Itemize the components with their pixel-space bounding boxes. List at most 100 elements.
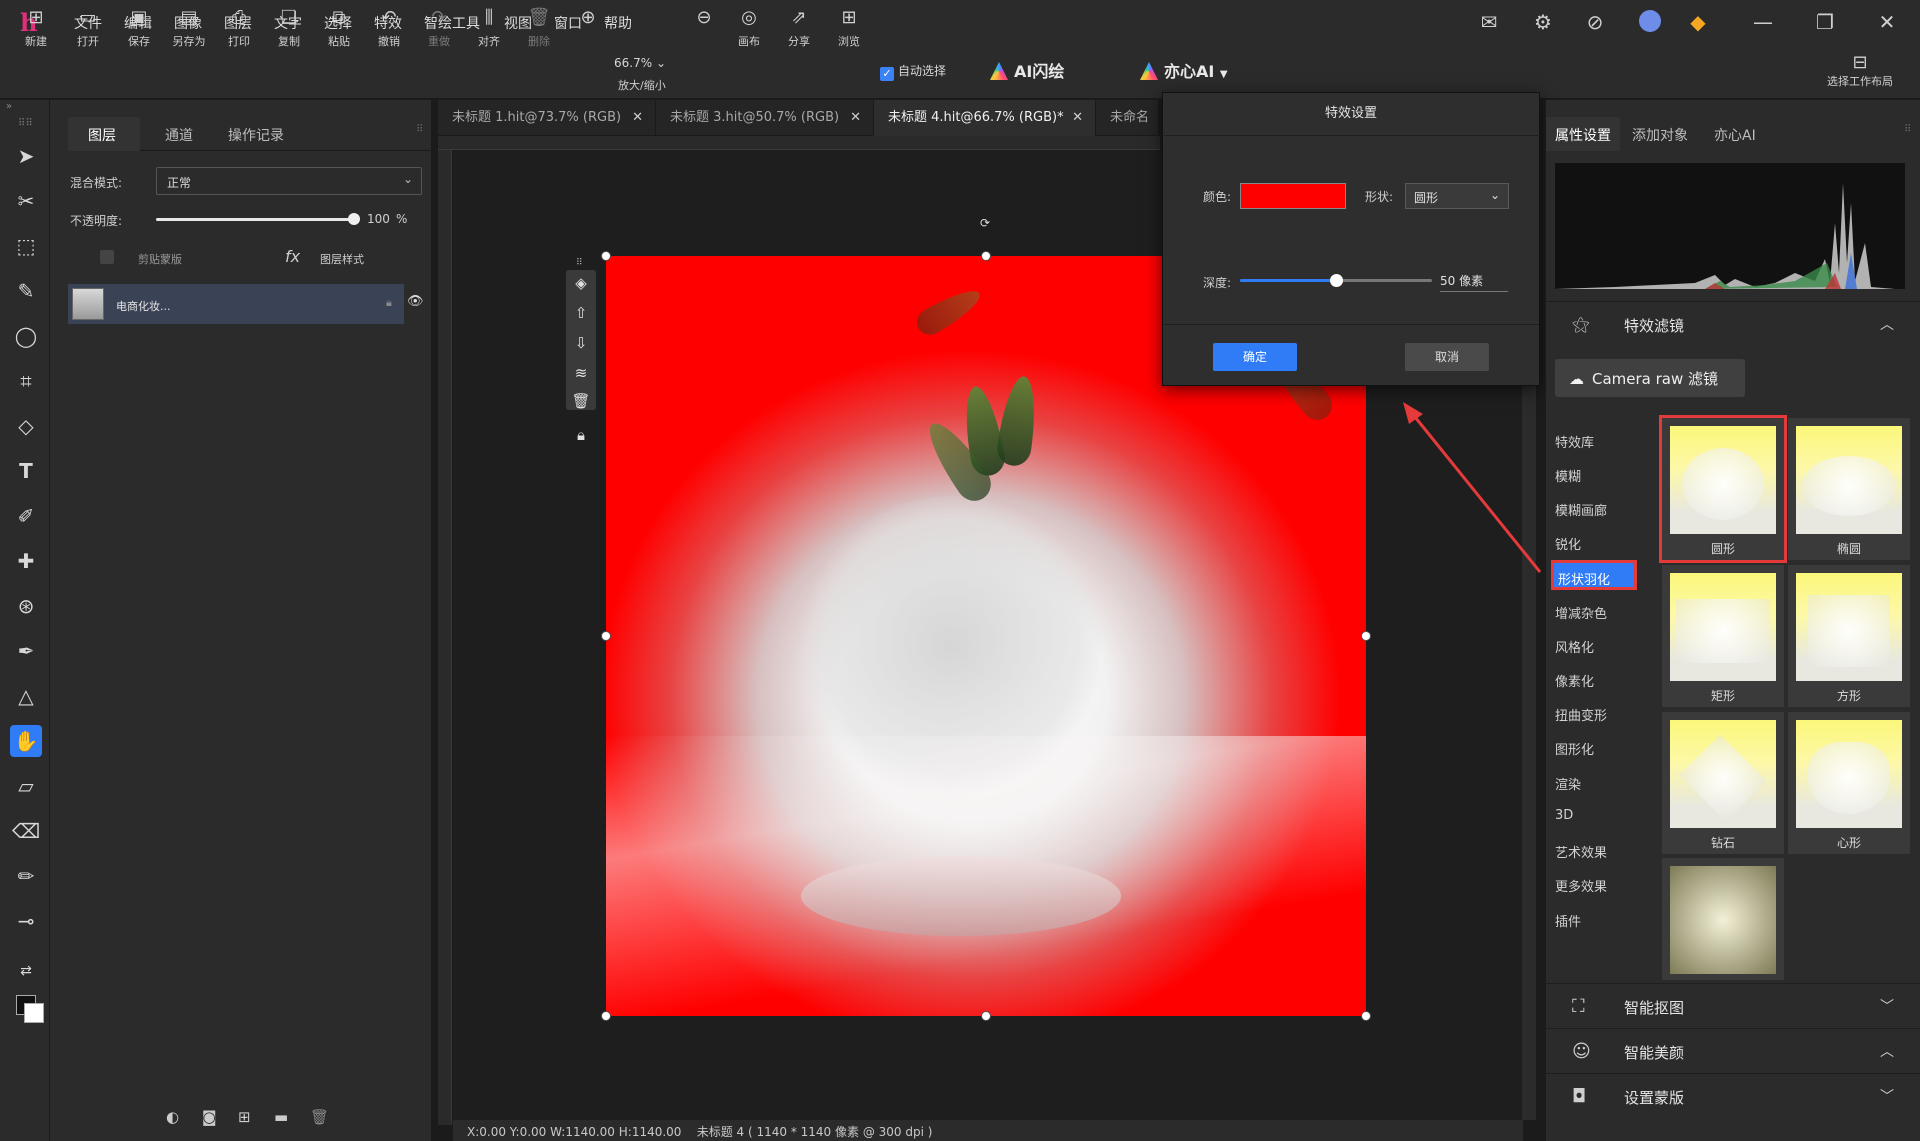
blend-mode-select[interactable]: 正常 ⌄: [156, 167, 422, 195]
mask-icon[interactable]: ◙: [202, 1108, 217, 1126]
doc-tab-3[interactable]: 未标题 3.hit@50.7% (RGB) ✕: [656, 100, 874, 136]
ok-button[interactable]: 确定: [1213, 343, 1297, 371]
resize-handle-bottom[interactable]: [981, 1011, 991, 1021]
filter-category-3d[interactable]: 3D: [1555, 808, 1573, 823]
lock-icon[interactable]: 🔒︎: [386, 296, 392, 310]
save-button[interactable]: ▣ 保存: [115, 6, 163, 49]
canvas-button[interactable]: ◎ 画布: [725, 6, 773, 49]
open-button[interactable]: ▭ 打开: [64, 6, 112, 49]
filter-category-more[interactable]: 更多效果: [1555, 876, 1607, 895]
filter-category-graphic[interactable]: 图形化: [1555, 739, 1594, 758]
delete-icon[interactable]: 🗑: [566, 392, 596, 410]
mail-icon[interactable]: ✉: [1476, 10, 1502, 34]
opacity-slider-track[interactable]: [156, 218, 356, 221]
doc-tab-4[interactable]: 未标题 4.hit@66.7% (RGB)* ✕: [874, 100, 1096, 136]
tab-properties[interactable]: 属性设置: [1555, 125, 1611, 145]
save-as-button[interactable]: ▤ 另存为: [165, 6, 213, 49]
adjustment-layer-icon[interactable]: ◐: [166, 1108, 179, 1126]
new-button[interactable]: ⊞ 新建: [12, 6, 60, 49]
avatar[interactable]: [1637, 10, 1663, 34]
filter-category-blur[interactable]: 模糊: [1555, 466, 1581, 485]
tab-add-object[interactable]: 添加对象: [1632, 125, 1688, 145]
opacity-value[interactable]: 100: [367, 212, 390, 226]
zoom-value[interactable]: 66.7% ⌄: [614, 56, 666, 70]
transform-tool-icon[interactable]: ▱: [10, 770, 42, 802]
lasso-tool-icon[interactable]: ◯: [10, 320, 42, 352]
ai-yixin-button[interactable]: 亦心AI ▼: [1140, 58, 1228, 82]
minimize-icon[interactable]: —: [1750, 10, 1776, 34]
background-color-swatch[interactable]: [24, 1003, 44, 1023]
folder-icon[interactable]: ▬: [274, 1108, 288, 1126]
undo-button[interactable]: ↶ 撤销: [365, 6, 413, 49]
clip-mask-icon[interactable]: [100, 250, 114, 264]
depth-slider-thumb[interactable]: [1330, 274, 1343, 287]
effect-thumb-rectangle[interactable]: 矩形: [1662, 565, 1784, 707]
zoom-in-button[interactable]: ⊕: [564, 6, 612, 30]
layers-stack-icon[interactable]: ◈: [566, 274, 596, 292]
fill-tool-icon[interactable]: ◇: [10, 410, 42, 442]
depth-input[interactable]: 50 像素: [1440, 272, 1508, 292]
pencil-tool-icon[interactable]: ✏: [10, 860, 42, 892]
fx-icon[interactable]: fx: [285, 247, 300, 266]
clone-tool-icon[interactable]: ⊛: [10, 590, 42, 622]
filter-category-distort[interactable]: 扭曲变形: [1555, 705, 1607, 724]
tab-layers[interactable]: 图层: [88, 125, 116, 145]
eraser-tool-icon[interactable]: ⌫: [10, 815, 42, 847]
send-to-back-icon[interactable]: ≋: [566, 364, 596, 382]
filter-category-library[interactable]: 特效库: [1555, 432, 1594, 451]
new-layer-icon[interactable]: ⊞: [238, 1108, 251, 1126]
filter-category-sharpen[interactable]: 锐化: [1555, 534, 1581, 553]
browse-button[interactable]: ⊞ 浏览: [825, 6, 873, 49]
eye-icon[interactable]: 👁︎: [407, 294, 424, 309]
compass-icon[interactable]: ⊘: [1582, 10, 1608, 34]
filter-category-stylize[interactable]: 风格化: [1555, 637, 1594, 656]
resize-handle-top[interactable]: [981, 251, 991, 261]
layer-style-label[interactable]: 图层样式: [320, 251, 364, 267]
close-tab-icon[interactable]: ✕: [1072, 100, 1083, 136]
filter-category-render[interactable]: 渲染: [1555, 774, 1581, 793]
eyedropper-tool-icon[interactable]: ⊸: [10, 905, 42, 937]
workspace-layout-button[interactable]: ⊟ 选择工作布局: [1820, 52, 1900, 89]
effects-filter-section-header[interactable]: ⚝ 特效滤镜 ︿: [1546, 301, 1920, 345]
auto-select-checkbox[interactable]: ✓ 自动选择: [880, 62, 946, 81]
filter-category-plugins[interactable]: 插件: [1555, 911, 1581, 930]
resize-handle-bottom-left[interactable]: [601, 1011, 611, 1021]
set-mask-section-header[interactable]: ◘ 设置蒙版 ﹀: [1546, 1073, 1920, 1117]
smart-cutout-section-header[interactable]: ⛶ 智能抠图 ﹀: [1546, 983, 1920, 1027]
color-swatch-picker[interactable]: [1240, 183, 1346, 209]
cancel-button[interactable]: 取消: [1405, 343, 1489, 371]
filter-category-artistic[interactable]: 艺术效果: [1555, 842, 1607, 861]
paste-button[interactable]: ⧉ 粘贴: [315, 6, 363, 49]
resize-handle-bottom-right[interactable]: [1361, 1011, 1371, 1021]
cut-tool-icon[interactable]: ✂: [10, 185, 42, 217]
align-button[interactable]: ⫼ 对齐: [465, 6, 513, 49]
swap-colors-icon[interactable]: ⇄: [10, 955, 42, 987]
marquee-tool-icon[interactable]: ⬚: [10, 230, 42, 262]
tab-channels[interactable]: 通道: [165, 125, 193, 145]
bring-forward-icon[interactable]: ⇧: [566, 304, 596, 322]
filter-category-shape-feather[interactable]: 形状羽化: [1551, 560, 1637, 590]
settings-icon[interactable]: ⚙: [1530, 10, 1556, 34]
delete-button[interactable]: 🗑 删除: [515, 6, 563, 49]
share-button[interactable]: ⇗ 分享: [775, 6, 823, 49]
move-tool-icon[interactable]: ➤: [10, 140, 42, 172]
text-tool-icon[interactable]: T: [10, 455, 42, 487]
healing-tool-icon[interactable]: ✚: [10, 545, 42, 577]
tab-history[interactable]: 操作记录: [228, 125, 284, 145]
filter-category-noise[interactable]: 增减杂色: [1555, 603, 1607, 622]
print-button[interactable]: ⎙ 打印: [215, 6, 263, 49]
rotate-handle-icon[interactable]: ⟳: [980, 216, 990, 230]
shape-tool-icon[interactable]: △: [10, 680, 42, 712]
effect-thumb-circle[interactable]: 圆形: [1659, 415, 1787, 563]
clip-mask-label[interactable]: 剪贴蒙版: [138, 251, 182, 267]
pen-tool-icon[interactable]: ✒: [10, 635, 42, 667]
opacity-slider-thumb[interactable]: [348, 213, 360, 225]
effect-thumb-square[interactable]: 方形: [1788, 565, 1910, 707]
copy-button[interactable]: ❏ 复制: [265, 6, 313, 49]
doc-tab-untitled[interactable]: 未命名: [1096, 100, 1162, 136]
vip-gem-icon[interactable]: ◆: [1685, 10, 1711, 34]
delete-layer-icon[interactable]: 🗑: [310, 1108, 329, 1126]
effect-thumb-vignette[interactable]: [1662, 858, 1784, 980]
resize-handle-top-left[interactable]: [601, 251, 611, 261]
zoom-out-button[interactable]: ⊖: [680, 6, 728, 30]
